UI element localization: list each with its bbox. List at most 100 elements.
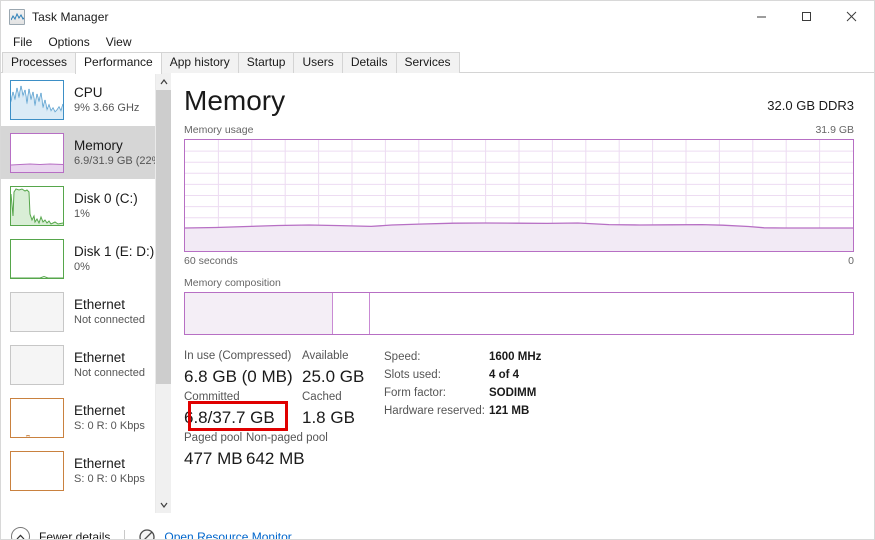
scroll-up-arrow-icon[interactable] [156,73,171,90]
memory-header: Memory 32.0 GB DDR3 [184,73,854,117]
sidebar-item-disk0[interactable]: Disk 0 (C:) 1% [1,179,171,232]
menu-item-file[interactable]: File [6,33,39,51]
ethernet-graph-icon [10,291,64,332]
disk0-graph-icon [10,185,64,226]
sidebar-item-cpu-sub: 9% 3.66 GHz [74,102,140,114]
stat-row-2: Committed 6.8/37.7 GB Cached 1.8 GB [184,389,379,430]
tab-startup[interactable]: Startup [237,52,295,73]
title-bar-left: Task Manager [1,8,109,25]
memory-graph-icon [10,132,64,173]
stat-non-paged-pool-value: 642 MB [246,449,305,468]
sidebar-item-ethernet-1-sub: Not connected [74,314,145,326]
resource-monitor-icon [139,528,156,539]
stat-cached: Cached 1.8 GB [302,389,355,430]
tab-processes[interactable]: Processes [2,52,77,73]
tab-users[interactable]: Users [293,52,343,73]
stat-committed: Committed 6.8/37.7 GB [184,389,302,430]
ethernet-graph-icon [10,344,64,385]
memory-stats-left: In use (Compressed) 6.8 GB (0 MB) Availa… [184,348,379,471]
sidebar-item-ethernet-3-sub: S: 0 R: 0 Kbps [74,420,145,432]
open-resource-monitor-link[interactable]: Open Resource Monitor [164,530,291,540]
sidebar-item-memory-text: Memory 6.9/31.9 GB (22%) [74,137,165,168]
sidebar-item-ethernet-3[interactable]: Ethernet S: 0 R: 0 Kbps [1,391,171,444]
sidebar-item-disk0-sub: 1% [74,208,90,220]
tab-bar: Processes Performance App history Startu… [1,52,874,74]
kv-slots-used-value: 4 of 4 [489,369,520,381]
memory-stats: In use (Compressed) 6.8 GB (0 MB) Availa… [184,348,854,471]
composition-segment-standby-free [370,293,853,334]
sidebar-item-ethernet-1[interactable]: Ethernet Not connected [1,285,171,338]
chevron-up-icon[interactable] [11,527,30,539]
time-axis-zero: 0 [848,255,854,267]
memory-usage-chart [184,139,854,252]
sidebar-item-ethernet-2-sub: Not connected [74,367,145,379]
status-bar: Fewer details Open Resource Monitor [1,513,874,540]
stat-non-paged-pool: Non-paged pool 642 MB [246,430,328,471]
kv-form-factor-key: Form factor: [384,387,446,399]
sidebar-item-ethernet-1-title: Ethernet [74,297,126,312]
memory-usage-axis: 60 seconds 0 [184,255,854,268]
stat-in-use: In use (Compressed) 6.8 GB (0 MB) [184,348,302,389]
composition-segment-modified [332,293,370,334]
sidebar-item-ethernet-2[interactable]: Ethernet Not connected [1,338,171,391]
sidebar-item-ethernet-4-text: Ethernet S: 0 R: 0 Kbps [74,455,145,486]
ethernet-graph-icon [10,450,64,491]
maximize-button[interactable] [784,1,829,32]
sidebar-item-disk1-text: Disk 1 (E: D:) 0% [74,243,154,274]
sidebar-item-memory-title: Memory [74,138,123,153]
sidebar-scrollbar[interactable] [155,73,171,513]
memory-panel: Memory 32.0 GB DDR3 Memory usage 31.9 GB [171,73,874,513]
kv-slots-used: Slots used: 4 of 4 [384,366,541,384]
memory-stats-right: Speed: 1600 MHz Slots used: 4 of 4 Form … [384,348,541,471]
window-controls [739,1,874,32]
memory-composition-bar[interactable] [184,292,854,335]
sidebar-item-disk0-title: Disk 0 (C:) [74,191,138,206]
sidebar-item-ethernet-3-text: Ethernet S: 0 R: 0 Kbps [74,402,145,433]
stat-paged-pool-value: 477 MB [184,449,243,468]
sidebar-item-memory[interactable]: Memory 6.9/31.9 GB (22%) [1,126,171,179]
kv-form-factor: Form factor: SODIMM [384,384,541,402]
sidebar-item-disk1-sub: 0% [74,261,90,273]
time-axis-label: 60 seconds [184,255,238,267]
resource-sidebar: CPU 9% 3.66 GHz Memory 6.9/31.9 GB (22%)… [1,73,171,513]
content-area: CPU 9% 3.66 GHz Memory 6.9/31.9 GB (22%)… [1,73,874,513]
stat-row-1: In use (Compressed) 6.8 GB (0 MB) Availa… [184,348,379,389]
sidebar-item-ethernet-4[interactable]: Ethernet S: 0 R: 0 Kbps [1,444,171,497]
memory-usage-label: Memory usage [184,124,254,136]
fewer-details-button[interactable]: Fewer details [39,530,110,540]
cpu-graph-icon [10,79,64,120]
kv-speed-value: 1600 MHz [489,351,542,363]
task-manager-window: Task Manager File Options View Processes… [0,0,875,540]
sidebar-item-cpu-text: CPU 9% 3.66 GHz [74,84,139,115]
sidebar-item-cpu[interactable]: CPU 9% 3.66 GHz [1,73,171,126]
tab-performance[interactable]: Performance [75,52,162,74]
stat-non-paged-pool-label: Non-paged pool [246,432,328,444]
resource-list: CPU 9% 3.66 GHz Memory 6.9/31.9 GB (22%)… [1,73,171,497]
stat-in-use-value: 6.8 GB (0 MB) [184,367,293,386]
stat-in-use-label: In use (Compressed) [184,350,292,362]
sidebar-item-disk1[interactable]: Disk 1 (E: D:) 0% [1,232,171,285]
kv-slots-used-key: Slots used: [384,369,441,381]
memory-usage-labels: Memory usage 31.9 GB [184,124,854,137]
menu-item-options[interactable]: Options [41,33,96,51]
sidebar-item-cpu-title: CPU [74,85,103,100]
menu-item-view[interactable]: View [99,33,139,51]
window-title: Task Manager [32,9,109,24]
disk1-graph-icon [10,238,64,279]
tab-services[interactable]: Services [395,52,460,73]
minimize-button[interactable] [739,1,784,32]
close-button[interactable] [829,1,874,32]
title-bar: Task Manager [1,1,874,32]
tab-details[interactable]: Details [341,52,397,73]
scroll-down-arrow-icon[interactable] [156,496,171,513]
tab-app-history[interactable]: App history [160,52,239,73]
kv-hardware-reserved-value: 121 MB [489,405,530,417]
sidebar-item-ethernet-1-text: Ethernet Not connected [74,296,145,327]
memory-usage-svg [185,140,853,251]
hardware-summary: 32.0 GB DDR3 [767,98,854,113]
kv-hardware-reserved: Hardware reserved: 121 MB [384,402,541,420]
task-manager-icon [9,8,25,25]
scrollbar-thumb[interactable] [156,90,171,384]
sidebar-item-ethernet-2-title: Ethernet [74,350,126,365]
kv-speed: Speed: 1600 MHz [384,348,541,366]
